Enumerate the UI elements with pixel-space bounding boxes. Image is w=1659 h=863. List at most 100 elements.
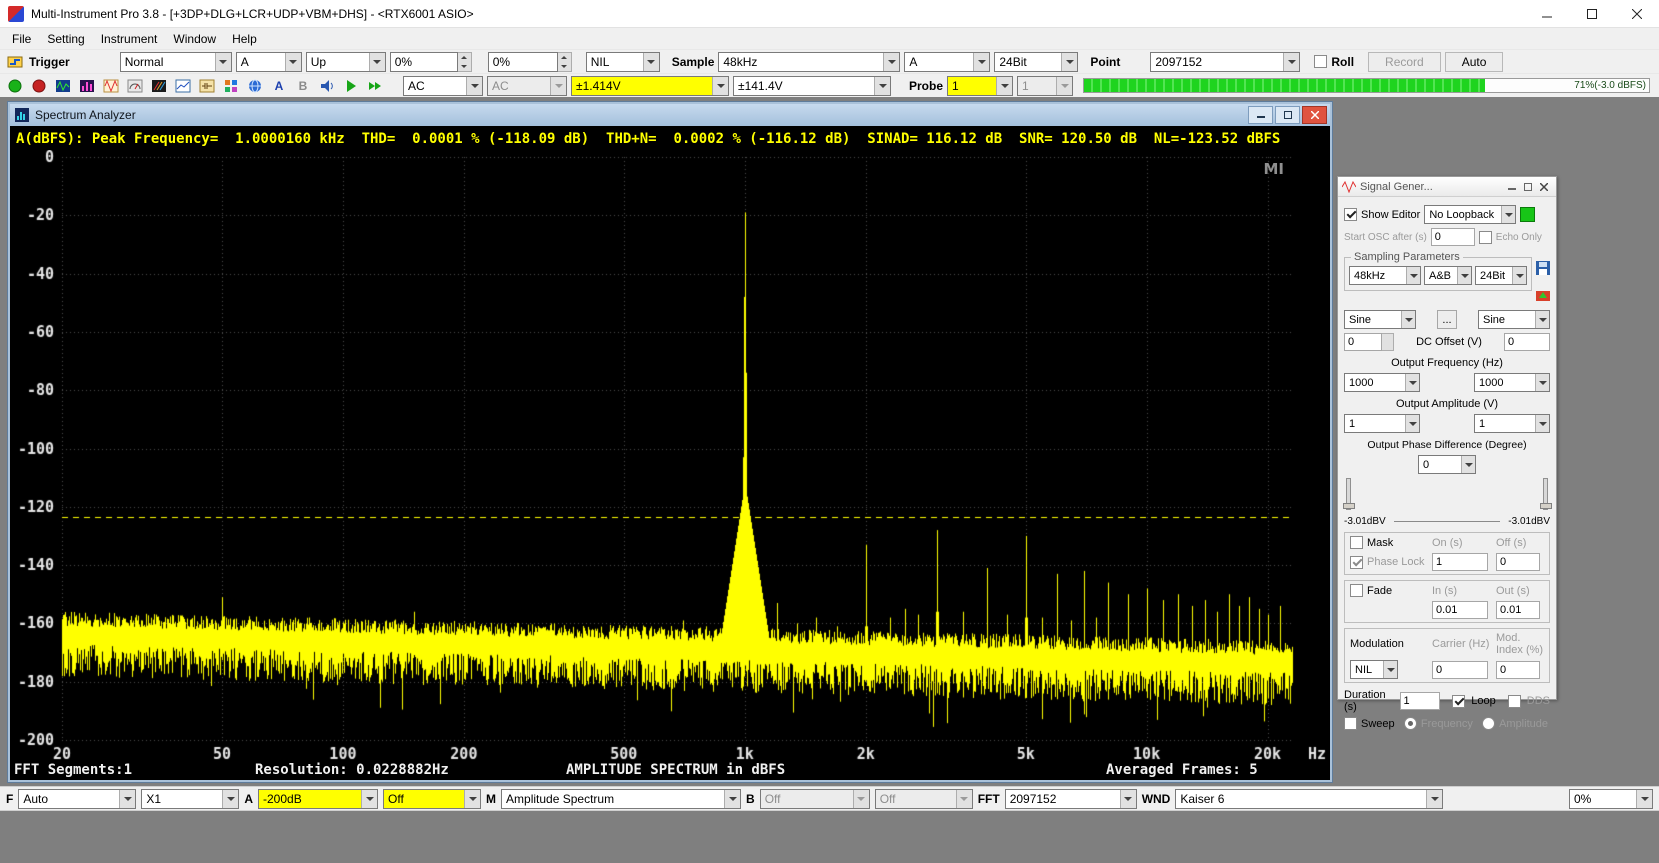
- speaker-icon[interactable]: [317, 76, 337, 96]
- trigger-source-select[interactable]: A: [236, 52, 302, 72]
- show-editor-checkbox[interactable]: [1344, 208, 1357, 221]
- device-test-plan-icon[interactable]: [221, 76, 241, 96]
- auto-button[interactable]: Auto: [1445, 52, 1504, 72]
- minimize-button[interactable]: [1524, 0, 1569, 28]
- signal-generator-titlebar[interactable]: Signal Gener...: [1338, 177, 1556, 197]
- trigger-edge-select[interactable]: Up: [306, 52, 386, 72]
- trigger-hpf-select[interactable]: NIL: [586, 52, 660, 72]
- siggen-bits-select[interactable]: 24Bit: [1475, 266, 1527, 285]
- sample-bits-select[interactable]: 24Bit: [994, 52, 1078, 72]
- loop-checkbox[interactable]: [1452, 695, 1465, 708]
- spectrum-window-titlebar[interactable]: Spectrum Analyzer: [10, 104, 1330, 126]
- spectrum-close-button[interactable]: [1302, 106, 1327, 124]
- echo-only-checkbox[interactable]: [1479, 231, 1492, 244]
- fade-checkbox[interactable]: [1350, 584, 1363, 597]
- waveform-library-button[interactable]: ...: [1437, 310, 1457, 329]
- a-extra-select[interactable]: Off: [383, 789, 481, 809]
- fade-in-input[interactable]: 0.01: [1432, 601, 1488, 619]
- sample-channel-select[interactable]: A: [904, 52, 990, 72]
- siggen-channels-select[interactable]: A&B: [1424, 266, 1472, 285]
- menu-instrument[interactable]: Instrument: [93, 30, 166, 48]
- sweep-amplitude-radio[interactable]: [1482, 717, 1495, 730]
- phase-difference-select[interactable]: 0: [1418, 455, 1476, 474]
- siggen-maximize-button[interactable]: [1520, 180, 1536, 194]
- spectrum-maximize-button[interactable]: [1275, 106, 1300, 124]
- play-icon[interactable]: [341, 76, 361, 96]
- slider-handle[interactable]: [1540, 503, 1552, 509]
- fade-out-input[interactable]: 0.01: [1496, 601, 1540, 619]
- frequency-a-select[interactable]: 1000: [1344, 373, 1420, 392]
- mask-checkbox[interactable]: [1350, 536, 1363, 549]
- mod-index-input[interactable]: 0: [1496, 661, 1540, 679]
- roll-checkbox[interactable]: [1314, 55, 1327, 68]
- mask-on-input[interactable]: 1: [1432, 553, 1488, 571]
- mask-off-input[interactable]: 0: [1496, 553, 1540, 571]
- save-waveform-icon[interactable]: [1535, 260, 1551, 279]
- globe-icon[interactable]: [245, 76, 265, 96]
- spectrum-analyzer-icon[interactable]: [77, 76, 97, 96]
- menu-window[interactable]: Window: [165, 30, 224, 48]
- frequency-axis-select[interactable]: Auto: [18, 789, 136, 809]
- trigger-mode-select[interactable]: Normal: [120, 52, 232, 72]
- siggen-close-button[interactable]: [1536, 180, 1552, 194]
- b-extra-select[interactable]: Off: [875, 789, 973, 809]
- record-icon[interactable]: [29, 76, 49, 96]
- modulation-type-select[interactable]: NIL: [1350, 660, 1398, 679]
- fft-size-select[interactable]: 2097152: [1005, 789, 1137, 809]
- menu-setting[interactable]: Setting: [39, 30, 92, 48]
- waveform-a-select[interactable]: Sine: [1344, 310, 1416, 329]
- carrier-input[interactable]: 0: [1432, 661, 1488, 679]
- spectrum-plot[interactable]: [10, 150, 1330, 770]
- multimeter-icon[interactable]: [125, 76, 145, 96]
- restart-icon[interactable]: [365, 76, 385, 96]
- menu-file[interactable]: File: [4, 30, 39, 48]
- sweep-frequency-radio[interactable]: [1404, 717, 1417, 730]
- sample-rate-select[interactable]: 48kHz: [718, 52, 900, 72]
- display-mode-select[interactable]: Amplitude Spectrum: [501, 789, 741, 809]
- duration-input[interactable]: 1: [1400, 692, 1441, 710]
- amplitude-b-select[interactable]: 1: [1474, 414, 1550, 433]
- a-range-select[interactable]: -200dB: [258, 789, 378, 809]
- probe-a-select[interactable]: 1: [947, 76, 1013, 96]
- waveform-b-select[interactable]: Sine: [1478, 310, 1550, 329]
- menu-help[interactable]: Help: [224, 30, 265, 48]
- channel-b-icon[interactable]: B: [293, 76, 313, 96]
- trigger-delay-stepper[interactable]: 0%: [488, 52, 572, 72]
- level-slider-b[interactable]: [1543, 478, 1548, 510]
- level-slider-a[interactable]: [1346, 478, 1351, 510]
- oscilloscope-icon[interactable]: [53, 76, 73, 96]
- amplitude-a-select[interactable]: 1: [1344, 414, 1420, 433]
- window-function-select[interactable]: Kaiser 6: [1175, 789, 1443, 809]
- record-button[interactable]: Record: [1368, 52, 1441, 72]
- probe-b-select[interactable]: 1: [1017, 76, 1073, 96]
- sweep-checkbox[interactable]: [1344, 717, 1357, 730]
- coupling-a-select[interactable]: AC: [403, 76, 483, 96]
- dc-offset-b-input[interactable]: 0: [1504, 333, 1550, 351]
- overlap-select[interactable]: 0%: [1569, 789, 1653, 809]
- output-enable-button[interactable]: [1520, 207, 1535, 222]
- b-range-select[interactable]: Off: [760, 789, 870, 809]
- trigger-level-stepper[interactable]: 0%: [390, 52, 472, 72]
- dds-checkbox[interactable]: [1508, 695, 1521, 708]
- spectrum-minimize-button[interactable]: [1248, 106, 1273, 124]
- slider-handle[interactable]: [1343, 503, 1355, 509]
- lcr-meter-icon[interactable]: [197, 76, 217, 96]
- channel-a-icon[interactable]: A: [269, 76, 289, 96]
- close-button[interactable]: [1614, 0, 1659, 28]
- spectrum-3d-plot-icon[interactable]: [149, 76, 169, 96]
- range-a-select[interactable]: ±1.414V: [571, 76, 729, 96]
- coupling-b-select[interactable]: AC: [487, 76, 567, 96]
- phase-lock-checkbox[interactable]: [1350, 556, 1363, 569]
- signal-generator-icon[interactable]: [101, 76, 121, 96]
- data-logger-icon[interactable]: [173, 76, 193, 96]
- x-zoom-select[interactable]: X1: [141, 789, 239, 809]
- frequency-b-select[interactable]: 1000: [1474, 373, 1550, 392]
- siggen-minimize-button[interactable]: [1504, 180, 1520, 194]
- maximize-button[interactable]: [1569, 0, 1614, 28]
- open-waveform-icon[interactable]: [1535, 287, 1551, 306]
- start-osc-input[interactable]: 0: [1431, 228, 1475, 246]
- loopback-select[interactable]: No Loopback: [1424, 205, 1516, 224]
- siggen-sample-rate-select[interactable]: 48kHz: [1349, 266, 1421, 285]
- dc-offset-a-input[interactable]: 0: [1344, 333, 1382, 351]
- range-b-select[interactable]: ±141.4V: [733, 76, 891, 96]
